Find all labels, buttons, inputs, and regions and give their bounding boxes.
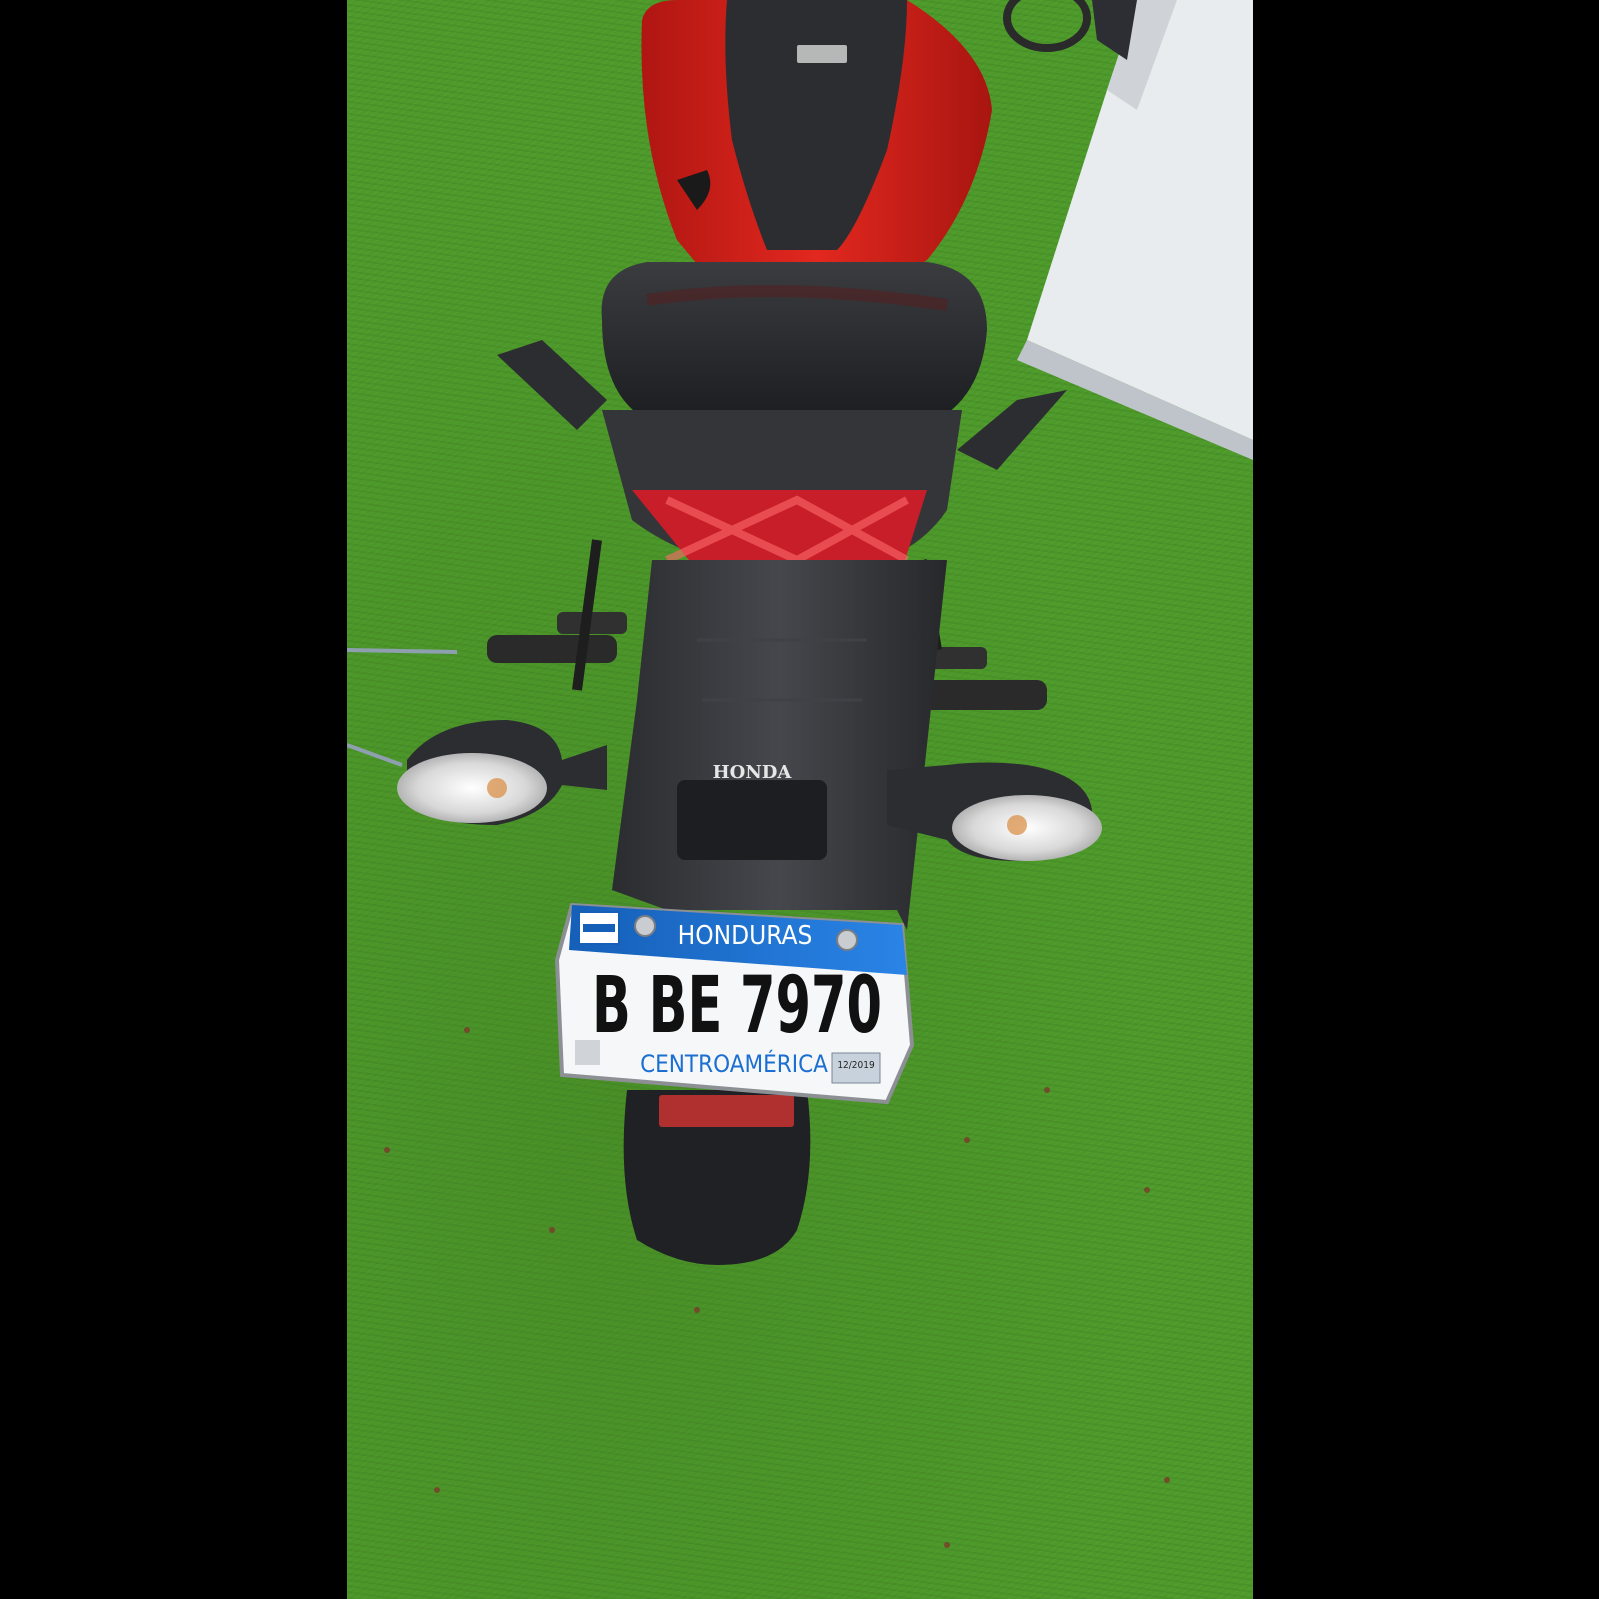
license-light xyxy=(677,780,827,860)
left-turn-signal xyxy=(397,720,607,825)
photo-frame: HONDA HONDURAS B BE 7970 CENTROAMÉRICA 1… xyxy=(0,0,1599,1599)
background-wheel xyxy=(1003,0,1137,60)
license-plate: HONDURAS B BE 7970 CENTROAMÉRICA 12/2019 xyxy=(554,902,915,1105)
right-turn-signal xyxy=(887,762,1102,861)
background-panel xyxy=(1017,0,1253,460)
rear-reflector xyxy=(659,1095,794,1127)
rear-wheel xyxy=(623,1090,811,1265)
sticker-text: 12/2019 xyxy=(837,1060,875,1071)
tail-section xyxy=(602,410,962,580)
plate-qr-code xyxy=(575,1040,600,1065)
plate-number: B BE 7970 xyxy=(592,961,882,1051)
motorcycle-photo: HONDA HONDURAS B BE 7970 CENTROAMÉRICA 1… xyxy=(347,0,1253,1599)
plate-country: HONDURAS xyxy=(678,921,813,951)
brand-logo: HONDA xyxy=(713,762,793,783)
rear-fender: HONDA xyxy=(612,560,947,930)
red-bodywork xyxy=(641,0,992,300)
seat xyxy=(601,262,987,420)
plate-region: CENTROAMÉRICA xyxy=(640,1049,828,1078)
motorcycle-illustration: HONDA HONDURAS B BE 7970 CENTROAMÉRICA 1… xyxy=(347,0,1253,1548)
